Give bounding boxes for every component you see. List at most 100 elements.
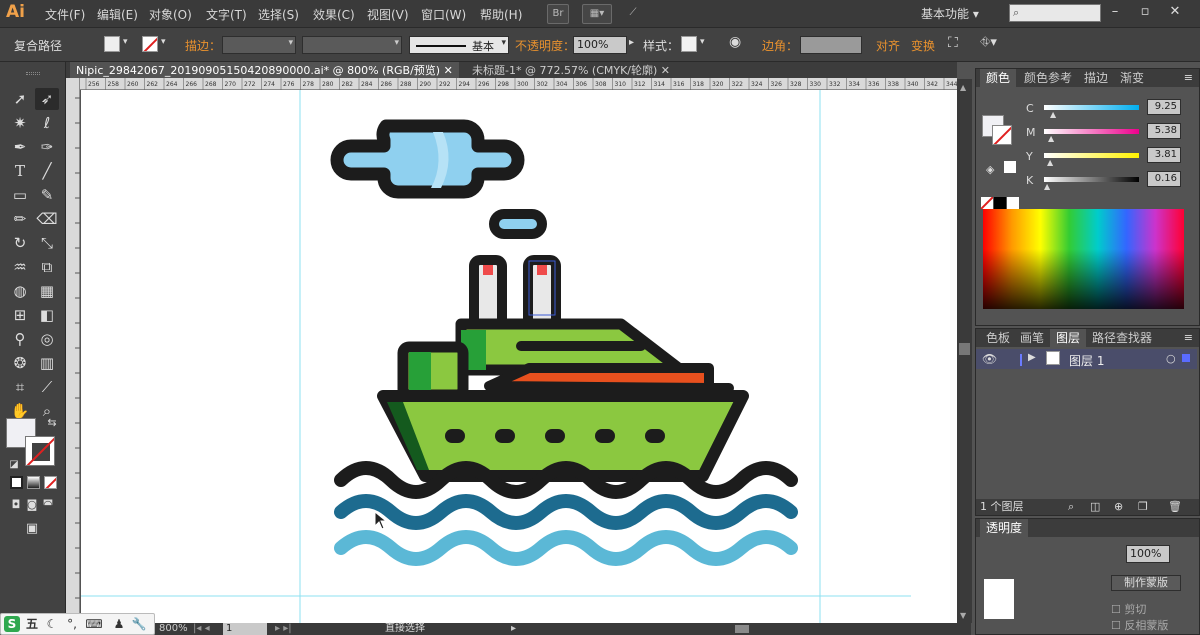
artboard-tool-icon[interactable]: ⌗ — [8, 376, 32, 398]
selected-art-indicator[interactable] — [1182, 354, 1190, 362]
clipping-mask-icon[interactable]: ◫ — [1090, 499, 1100, 515]
shape-builder-icon[interactable]: ◍ — [8, 280, 32, 302]
stroke-dropdown-icon[interactable]: ▾ — [161, 37, 166, 47]
align-link[interactable]: 对齐 — [876, 37, 900, 54]
perspective-grid-icon[interactable]: ▦ — [35, 280, 59, 302]
none-color-swatch[interactable] — [981, 197, 993, 209]
selection-tool-icon[interactable]: ➚ — [8, 88, 32, 110]
close-tab-icon[interactable]: ✕ — [444, 64, 453, 77]
clip-checkbox[interactable]: ☐ 剪切 — [1111, 601, 1146, 617]
none-mode-icon[interactable] — [44, 476, 57, 489]
minimize-icon[interactable]: – — [1105, 2, 1125, 22]
stroke-color-box[interactable] — [25, 436, 55, 466]
color-spectrum[interactable] — [983, 209, 1184, 309]
slider-cyan[interactable]: C ▲ 9.25 — [976, 99, 1200, 121]
stroke-none-swatch[interactable] — [142, 36, 158, 52]
graph-tool-icon[interactable]: ▥ — [35, 352, 59, 374]
tab-stroke[interactable]: 描边 — [1078, 69, 1114, 87]
symbol-sprayer-icon[interactable]: ❂ — [8, 352, 32, 374]
sogou-logo-icon[interactable]: S — [4, 616, 20, 632]
corner-radius-field[interactable] — [800, 36, 862, 54]
draw-inside-icon[interactable]: ◚ — [36, 494, 60, 516]
menu-object[interactable]: 对象(O) — [149, 6, 192, 23]
curvature-tool-icon[interactable]: ✑ — [35, 136, 59, 158]
type-tool-icon[interactable]: T — [8, 160, 32, 182]
stroke-weight-field[interactable]: ▾ — [222, 36, 296, 54]
workspace-switcher[interactable]: 基本功能 ▾ — [921, 5, 979, 22]
scroll-up-icon[interactable]: ▲ — [960, 83, 966, 92]
visibility-eye-icon[interactable]: 👁 — [982, 352, 997, 366]
puppet-warp-icon[interactable]: ⛗▾ — [980, 35, 997, 50]
maximize-icon[interactable]: ▫ — [1135, 2, 1155, 22]
ship-illustration[interactable] — [81, 90, 957, 623]
slider-track[interactable] — [1044, 105, 1139, 110]
rotate-tool-icon[interactable]: ↻ — [8, 232, 32, 254]
menu-edit[interactable]: 编辑(E) — [97, 6, 138, 23]
tab-color-guide[interactable]: 颜色参考 — [1018, 69, 1078, 87]
fill-swatch[interactable] — [104, 36, 120, 52]
swap-colors-icon[interactable]: ⇆ — [40, 412, 64, 434]
rectangle-tool-icon[interactable]: ▭ — [8, 184, 32, 206]
color-mode-icon[interactable] — [10, 476, 23, 489]
slider-handle-icon[interactable]: ▲ — [1050, 110, 1056, 119]
wrench-icon[interactable]: 🔧 — [131, 616, 147, 632]
gradient-mode-icon[interactable] — [27, 476, 40, 489]
invert-mask-checkbox[interactable]: ☐ 反相蒙版 — [1111, 617, 1168, 633]
menu-window[interactable]: 窗口(W) — [421, 6, 466, 23]
new-layer-icon[interactable]: ❐ — [1138, 499, 1148, 515]
make-mask-button[interactable]: 制作蒙版 — [1111, 575, 1181, 591]
tab-document-1[interactable]: Nipic_29842067_20190905150420890000.ai* … — [70, 62, 459, 79]
slider-magenta[interactable]: M ▲ 5.38 — [976, 123, 1200, 145]
close-tab-icon[interactable]: ✕ — [661, 64, 670, 77]
lasso-icon[interactable]: ℓ — [35, 112, 59, 134]
moon-icon[interactable]: ☾ — [44, 616, 60, 632]
vertical-scrollbar[interactable]: ▲ ▼ — [957, 79, 972, 623]
isolate-group-icon[interactable]: ⛶ — [948, 35, 958, 51]
slider-track[interactable] — [1044, 153, 1139, 158]
fill-dropdown-icon[interactable]: ▾ — [123, 37, 128, 47]
transform-link[interactable]: 变换 — [911, 37, 935, 54]
graphic-style-swatch[interactable] — [681, 36, 697, 52]
variable-width-profile[interactable]: ▾ — [302, 36, 402, 54]
slider-value[interactable]: 3.81 — [1147, 147, 1181, 163]
direct-selection-tool-icon[interactable]: ➶ — [35, 88, 59, 110]
brush-definition[interactable]: 基本 ▾ — [409, 36, 509, 54]
arrange-documents-icon[interactable]: ▦▾ — [582, 4, 612, 24]
opacity-label[interactable]: 不透明度： — [515, 37, 575, 54]
new-sublayer-icon[interactable]: ⊕ — [1114, 499, 1123, 515]
slider-yellow[interactable]: Y ▲ 3.81 — [976, 147, 1200, 169]
pencil-icon[interactable]: ✏ — [8, 208, 32, 230]
slider-handle-icon[interactable]: ▲ — [1047, 158, 1053, 167]
slice-tool-icon[interactable]: ⟋ — [35, 376, 59, 398]
eraser-icon[interactable]: ⌫ — [35, 208, 59, 230]
first-artboard-icon[interactable]: |◂ ◂ — [193, 623, 210, 635]
tab-gradient[interactable]: 渐变 — [1114, 69, 1150, 87]
artboard-canvas[interactable] — [81, 90, 957, 623]
scroll-thumb[interactable] — [959, 343, 970, 355]
zoom-level[interactable]: 800% — [159, 623, 188, 635]
free-transform-icon[interactable]: ⧉ — [35, 256, 59, 278]
slider-value[interactable]: 0.16 — [1147, 171, 1181, 187]
menu-type[interactable]: 文字(T) — [206, 6, 247, 23]
warp-tool-icon[interactable]: ♒ — [8, 256, 32, 278]
artboard-number-field[interactable]: 1 — [223, 623, 267, 635]
user-icon[interactable]: ♟ — [111, 616, 127, 632]
menu-file[interactable]: 文件(F) — [45, 6, 85, 23]
keyboard-icon[interactable]: ⌨ — [84, 616, 104, 632]
layer-row[interactable]: 👁 ▶ 图层 1 ○ — [976, 349, 1197, 369]
close-icon[interactable]: ✕ — [1165, 2, 1185, 22]
paintbrush-icon[interactable]: ✎ — [35, 184, 59, 206]
layer-name[interactable]: 图层 1 — [1069, 352, 1104, 369]
scroll-down-icon[interactable]: ▼ — [960, 611, 966, 620]
gpu-performance-icon[interactable]: ⟋ — [622, 4, 644, 24]
tab-pathfinder[interactable]: 路径查找器 — [1086, 329, 1158, 347]
slider-handle-icon[interactable]: ▲ — [1044, 182, 1050, 191]
status-menu-icon[interactable]: ▸ — [511, 623, 516, 635]
corner-label[interactable]: 边角： — [762, 37, 798, 54]
slider-black[interactable]: K ▲ 0.16 — [976, 171, 1200, 193]
opacity-field[interactable]: 100% — [573, 36, 627, 54]
opacity-arrow-icon[interactable]: ▸ — [629, 37, 634, 48]
blend-tool-icon[interactable]: ◎ — [35, 328, 59, 350]
panel-menu-icon[interactable]: ≡ — [1184, 331, 1193, 344]
slider-value[interactable]: 9.25 — [1147, 99, 1181, 115]
